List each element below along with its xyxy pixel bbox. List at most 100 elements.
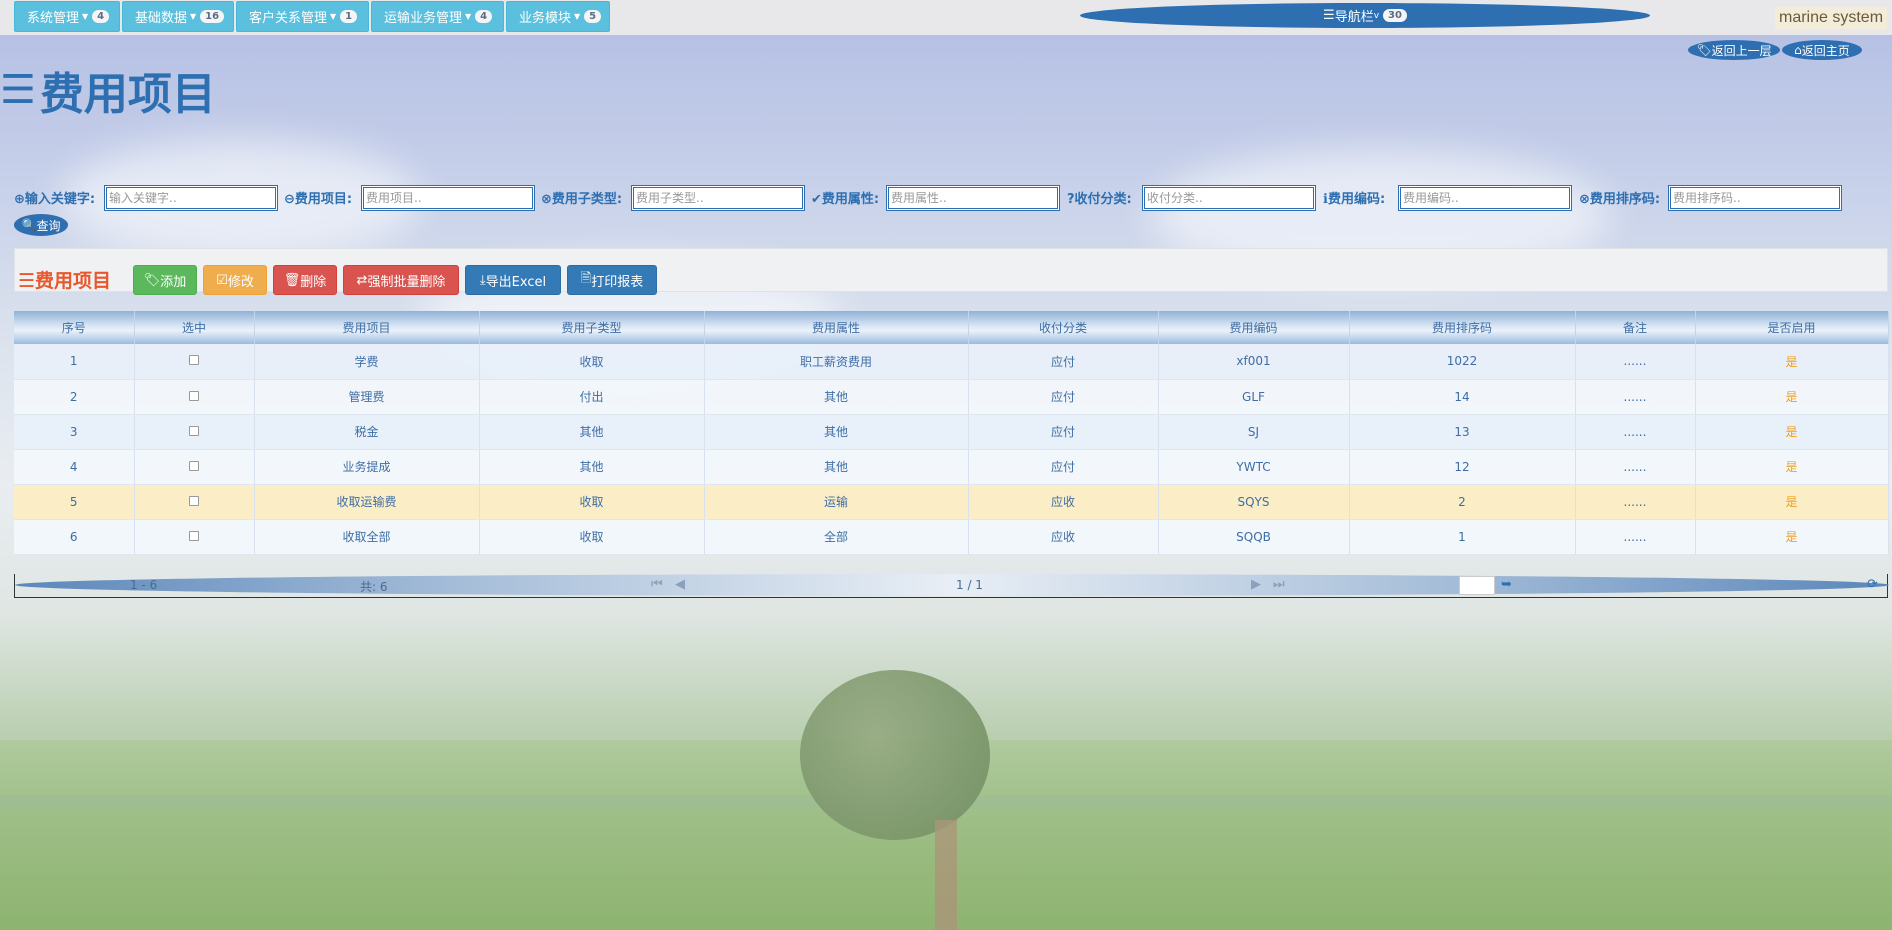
page-range: 1 - 6 [130, 578, 158, 592]
fee-sort-code-input[interactable] [1668, 185, 1842, 211]
query-button[interactable]: 🔍 查询 [14, 214, 68, 236]
minus-circle-icon: ⊖ [284, 192, 295, 207]
menu-label: 基础数据 [135, 11, 188, 26]
row-checkbox[interactable] [189, 425, 199, 436]
cell-remark: ...... [1575, 519, 1696, 555]
table-row[interactable]: 1 学费 收取 职工薪资费用 应付 xf001 1022 ...... 是 [14, 344, 1889, 380]
row-checkbox[interactable] [189, 390, 199, 401]
cell-sort: 2 [1349, 484, 1576, 520]
indent-icon: ☰ [18, 270, 36, 292]
cell-sort: 14 [1349, 379, 1576, 415]
fee-attribute-label: ✔费用属性: [811, 192, 880, 207]
column-header[interactable]: 费用项目 [254, 311, 480, 344]
cell-select [134, 344, 255, 380]
first-page-icon[interactable]: ⏮ [651, 577, 663, 592]
cell-no: 5 [14, 484, 135, 520]
keyword-input[interactable] [104, 185, 278, 211]
fee-attribute-input[interactable] [886, 185, 1060, 211]
back-up-button[interactable]: 🏷 返回上一层 [1688, 40, 1780, 60]
fee-subtype-input[interactable] [631, 185, 805, 211]
fee-code-label: ℹ费用编码: [1323, 192, 1386, 207]
row-checkbox[interactable] [189, 355, 199, 366]
row-checkbox[interactable] [189, 460, 199, 471]
page-size-input[interactable] [1459, 576, 1495, 595]
cell-select [134, 414, 255, 450]
top-navigation-bar: 系统管理 ▼ 4 基础数据 ▼ 16 客户关系管理 ▼ 1 运输业务管理 ▼ 4… [0, 0, 1892, 35]
add-button[interactable]: 🏷 添加 [133, 265, 197, 295]
print-report-button[interactable]: 🗎 打印报表 [567, 265, 657, 295]
cell-enabled: 是 [1695, 484, 1889, 520]
menu-system-management[interactable]: 系统管理 ▼ 4 [14, 1, 120, 32]
check-square-icon: ☑ [216, 272, 228, 288]
cell-category: 应付 [968, 379, 1159, 415]
page-indicator: 1 / 1 [956, 578, 983, 592]
refresh-icon[interactable]: ⟳ [1867, 577, 1878, 592]
indent-icon: ☰ [0, 67, 36, 113]
cell-select [134, 449, 255, 485]
row-checkbox[interactable] [189, 530, 199, 541]
column-header[interactable]: 费用子类型 [479, 311, 705, 344]
cell-remark: ...... [1575, 449, 1696, 485]
row-checkbox[interactable] [189, 495, 199, 506]
column-header[interactable]: 备注 [1575, 311, 1696, 344]
trash-icon: 🗑 [283, 272, 301, 288]
last-page-icon[interactable]: ⏭ [1273, 577, 1285, 592]
cell-sort: 13 [1349, 414, 1576, 450]
cell-remark: ...... [1575, 379, 1696, 415]
table-row[interactable]: 4 业务提成 其他 其他 应付 YWTC 12 ...... 是 [14, 449, 1889, 485]
column-header[interactable]: 费用排序码 [1349, 311, 1576, 344]
column-header[interactable]: 费用属性 [704, 311, 969, 344]
brand-label: marine system [1775, 7, 1888, 29]
menu-customer-relations[interactable]: 客户关系管理 ▼ 1 [236, 1, 369, 32]
fee-item-input[interactable] [361, 185, 535, 211]
cell-code: SJ [1158, 414, 1350, 450]
payment-category-input[interactable] [1142, 185, 1316, 211]
table-row[interactable]: 3 税金 其他 其他 应付 SJ 13 ...... 是 [14, 414, 1889, 450]
table-row[interactable]: 2 管理费 付出 其他 应付 GLF 14 ...... 是 [14, 379, 1889, 415]
cell-no: 6 [14, 519, 135, 555]
menu-business-module[interactable]: 业务模块 ▼ 5 [506, 1, 610, 32]
edit-button[interactable]: ☑ 修改 [203, 265, 267, 295]
fee-items-table: 序号 选中 费用项目 费用子类型 费用属性 收付分类 费用编码 费用排序码 备注… [14, 311, 1889, 555]
cell-item: 业务提成 [254, 449, 480, 485]
fee-code-input[interactable] [1398, 185, 1572, 211]
cell-code: xf001 [1158, 344, 1350, 380]
page-title-text: 费用项目 [39, 69, 216, 120]
cell-enabled: 是 [1695, 344, 1889, 380]
cell-item: 收取全部 [254, 519, 480, 555]
cell-sort: 1022 [1349, 344, 1576, 380]
column-header[interactable]: 选中 [134, 311, 255, 344]
cell-category: 应收 [968, 484, 1159, 520]
go-arrow-icon[interactable]: ➥ [1501, 577, 1512, 592]
fee-subtype-label: ⊗费用子类型: [541, 192, 623, 207]
cell-no: 3 [14, 414, 135, 450]
cell-subtype: 收取 [479, 519, 705, 555]
column-header[interactable]: 序号 [14, 311, 135, 344]
cell-enabled: 是 [1695, 519, 1889, 555]
navigation-bar-toggle[interactable]: ☰ 导航栏 v 30 [1080, 3, 1650, 28]
force-batch-delete-button[interactable]: ⇄ 强制批量删除 [343, 265, 459, 295]
menu-label: 客户关系管理 [249, 11, 328, 26]
menu-basic-data[interactable]: 基础数据 ▼ 16 [122, 1, 234, 32]
next-page-icon[interactable]: ▶ [1251, 577, 1261, 592]
menu-label: 业务模块 [519, 11, 572, 26]
menu-transport-business[interactable]: 运输业务管理 ▼ 4 [371, 1, 504, 32]
previous-page-icon[interactable]: ◀ [675, 577, 685, 592]
menu-badge: 4 [475, 10, 493, 23]
back-home-button[interactable]: ⌂ 返回主页 [1782, 40, 1862, 60]
caret-down-icon: v [1373, 10, 1380, 21]
table-row[interactable]: 5 收取运输费 收取 运输 应收 SQYS 2 ...... 是 [14, 484, 1889, 520]
cell-remark: ...... [1575, 414, 1696, 450]
cell-select [134, 484, 255, 520]
table-row[interactable]: 6 收取全部 收取 全部 应收 SQQB 1 ...... 是 [14, 519, 1889, 555]
fee-sort-code-label: ⊗费用排序码: [1579, 192, 1661, 207]
cell-category: 应付 [968, 449, 1159, 485]
column-header[interactable]: 费用编码 [1158, 311, 1350, 344]
delete-button[interactable]: 🗑 删除 [273, 265, 337, 295]
cell-attr: 职工薪资费用 [704, 344, 969, 380]
column-header[interactable]: 是否启用 [1695, 311, 1889, 344]
export-excel-button[interactable]: ⤓ 导出Excel [465, 265, 561, 295]
report-icon: 🗎 [580, 271, 592, 286]
column-header[interactable]: 收付分类 [968, 311, 1159, 344]
cell-subtype: 付出 [479, 379, 705, 415]
